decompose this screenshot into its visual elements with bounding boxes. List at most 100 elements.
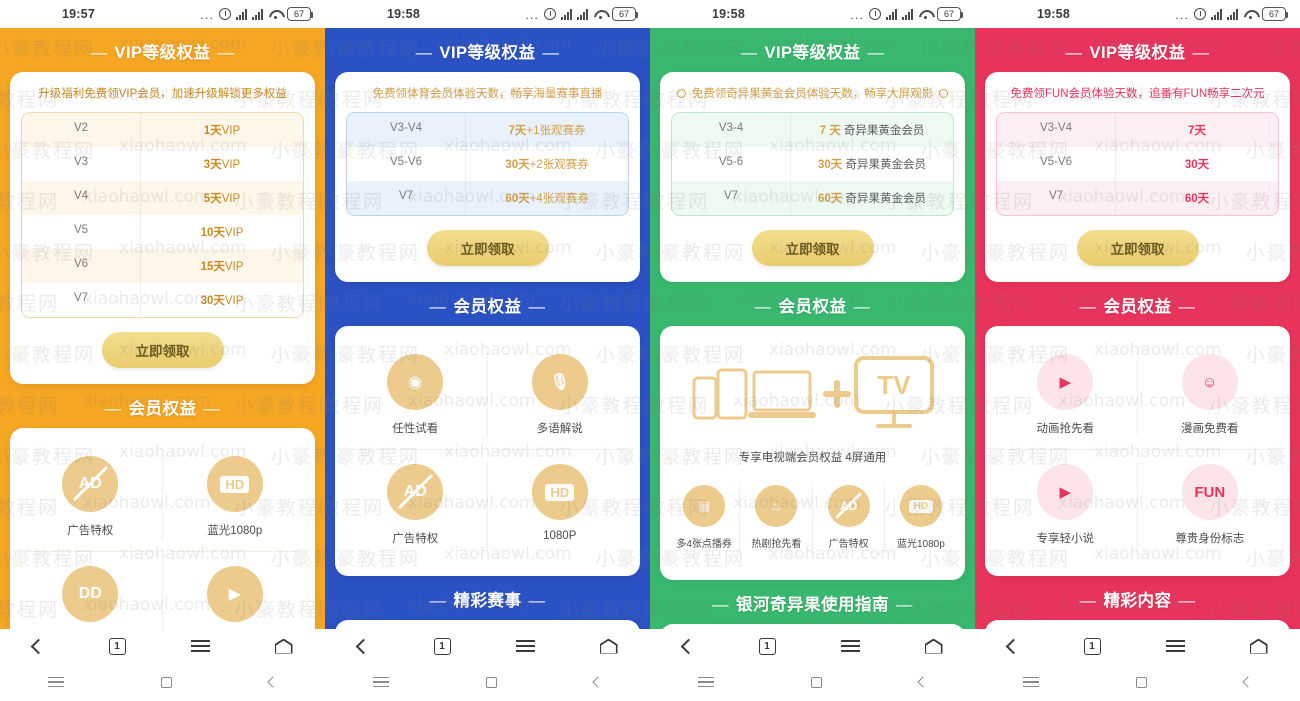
benefit-item[interactable]: 🎙 多语解说	[488, 340, 633, 450]
benefit-item[interactable]: HD 蓝光1080p	[885, 471, 957, 564]
level-label: V2	[73, 122, 89, 134]
reward-text: 奇异果黄金会员	[842, 159, 926, 171]
tab-count-box: 1	[758, 637, 776, 655]
section-title-text: 精彩内容	[1103, 592, 1172, 610]
benefit-item[interactable]: HD 1080P	[488, 450, 633, 560]
table-row: V7 60天	[997, 181, 1278, 215]
status-bar-time: 19:58	[387, 7, 420, 21]
no-ad-icon: AD	[387, 464, 444, 520]
system-recents-button[interactable]	[1023, 674, 1040, 690]
wifi-icon	[918, 9, 932, 20]
system-back-button[interactable]	[591, 676, 604, 688]
system-home-button[interactable]	[160, 676, 172, 688]
benefit-label: 广告特权	[828, 539, 869, 550]
tab-count-button[interactable]: 1	[1083, 637, 1101, 655]
tv-illustration: TV 专享电视端会员权益 4屏通用	[668, 340, 957, 471]
ticket-icon: ▤	[683, 485, 726, 527]
benefit-item[interactable]: ◉ 任性试看	[343, 340, 488, 450]
vip-subtitle: 免费领体育会员体验天数，畅享海量赛事直播	[346, 85, 629, 101]
benefit-item[interactable]: DD	[18, 552, 163, 629]
system-home-button[interactable]	[1135, 676, 1147, 688]
vip-level-card: 升级福利免费领VIP会员，加速升级解锁更多权益 V2 1天VIP V3 3天VIP V4 5…	[10, 72, 315, 384]
leaf-icon	[676, 88, 686, 98]
vip-level-table: V3-V4 7天 V5-V6 30天 V7 60天	[996, 112, 1279, 216]
benefit-item[interactable]: ▤ 多4张点播券	[668, 471, 741, 564]
system-back-button[interactable]	[266, 676, 279, 688]
next-section-title: — 银河奇异果使用指南 —	[712, 596, 913, 614]
vip-subtitle: 升级福利免费领VIP会员，加速升级解锁更多权益	[21, 85, 304, 101]
reward-cell: 30天+2张观赛券	[465, 147, 628, 181]
benefit-item[interactable]: AD 广告特权	[343, 450, 488, 560]
tab-count-button[interactable]: 1	[108, 637, 126, 655]
benefit-label: 热剧抢先看	[751, 539, 802, 550]
signal-icon	[886, 8, 897, 20]
system-home-button[interactable]	[485, 676, 497, 688]
slash-overlay	[835, 492, 863, 520]
home-button[interactable]	[924, 638, 943, 654]
screenshot-root: 19:57... 67 小豪教程网xiaohaowl.com小豪教程网xiaohao…	[0, 0, 1300, 701]
level-label: V7	[723, 190, 739, 202]
home-button[interactable]	[274, 638, 293, 654]
signal-icon	[252, 8, 263, 20]
menu-button[interactable]	[190, 636, 210, 655]
table-row: V7 60天 奇异果黄金会员	[672, 181, 953, 215]
menu-button[interactable]	[515, 636, 535, 655]
benefit-item[interactable]: FUN 尊贵身份标志	[1138, 450, 1283, 560]
system-back-button[interactable]	[1241, 676, 1254, 688]
section-title-text: 精彩赛事	[453, 592, 522, 610]
benefit-item[interactable]: HD 蓝光1080p	[163, 442, 308, 552]
table-row: V3-V4 7天	[997, 113, 1278, 147]
home-icon	[924, 638, 943, 654]
flame-icon: ♨	[755, 485, 798, 527]
back-chevron-icon	[1241, 676, 1254, 688]
benefit-item[interactable]: ♨ 热剧抢先看	[740, 471, 813, 564]
benefit-item[interactable]: ☺ 漫画免费看	[1138, 340, 1283, 450]
tab-count-box: 1	[433, 637, 451, 655]
benefits-card: AD 广告特权 HD 蓝光1080p DD ▶	[10, 428, 315, 629]
menu-button[interactable]	[1165, 636, 1185, 655]
benefit-item[interactable]: ▶ 动画抢先看	[993, 340, 1138, 450]
back-button[interactable]	[30, 638, 46, 654]
section-title-text: 会员权益	[778, 298, 847, 316]
level-label: V5-V6	[390, 156, 422, 168]
home-button[interactable]	[599, 638, 618, 654]
signal-icon	[236, 8, 247, 20]
slash-overlay	[72, 465, 108, 501]
reward-amount: 15天	[200, 261, 225, 273]
system-menu-icon	[698, 674, 715, 690]
reward-cell: 5天VIP	[140, 181, 303, 215]
reward-amount: 30天	[505, 159, 530, 171]
system-home-button[interactable]	[810, 676, 822, 688]
section-title-text: VIP等级权益	[764, 44, 861, 62]
vip-subtitle-text: 升级福利免费领VIP会员，加速升级解锁更多权益	[38, 88, 287, 100]
reward-text: VIP	[221, 193, 241, 205]
system-recents-button[interactable]	[698, 674, 715, 690]
reward-cell: 60天 奇异果黄金会员	[790, 181, 953, 215]
benefit-item[interactable]: AD 广告特权	[813, 471, 886, 564]
claim-button[interactable]: 立即领取	[101, 332, 224, 368]
battery-icon: 67	[612, 7, 638, 21]
tab-count-button[interactable]: 1	[433, 637, 451, 655]
tab-count-box: 1	[1083, 637, 1101, 655]
system-back-button[interactable]	[916, 676, 929, 688]
system-navigation-bar	[975, 663, 1300, 701]
level-label: V3-4	[718, 122, 744, 134]
benefit-item[interactable]: ▶	[163, 552, 308, 629]
level-label: V7	[1048, 190, 1064, 202]
vip-level-table: V3-4 7 天 奇异果黄金会员 V5-6 30天 奇异果黄金会员 V7 60天 奇异果黄…	[671, 112, 954, 216]
claim-button[interactable]: 立即领取	[426, 230, 549, 266]
benefit-item[interactable]: AD 广告特权	[18, 442, 163, 552]
benefit-item[interactable]: ▶ 专享轻小说	[993, 450, 1138, 560]
home-button[interactable]	[1249, 638, 1268, 654]
tab-count-button[interactable]: 1	[758, 637, 776, 655]
system-recents-button[interactable]	[373, 674, 390, 690]
claim-button[interactable]: 立即领取	[751, 230, 874, 266]
table-row: V7 30天VIP	[22, 283, 303, 317]
claim-button[interactable]: 立即领取	[1076, 230, 1199, 266]
back-button[interactable]	[355, 638, 371, 654]
back-button[interactable]	[680, 638, 696, 654]
anime-play-icon: ▶	[1037, 354, 1094, 410]
menu-button[interactable]	[840, 636, 860, 655]
back-button[interactable]	[1005, 638, 1021, 654]
system-recents-button[interactable]	[48, 674, 65, 690]
